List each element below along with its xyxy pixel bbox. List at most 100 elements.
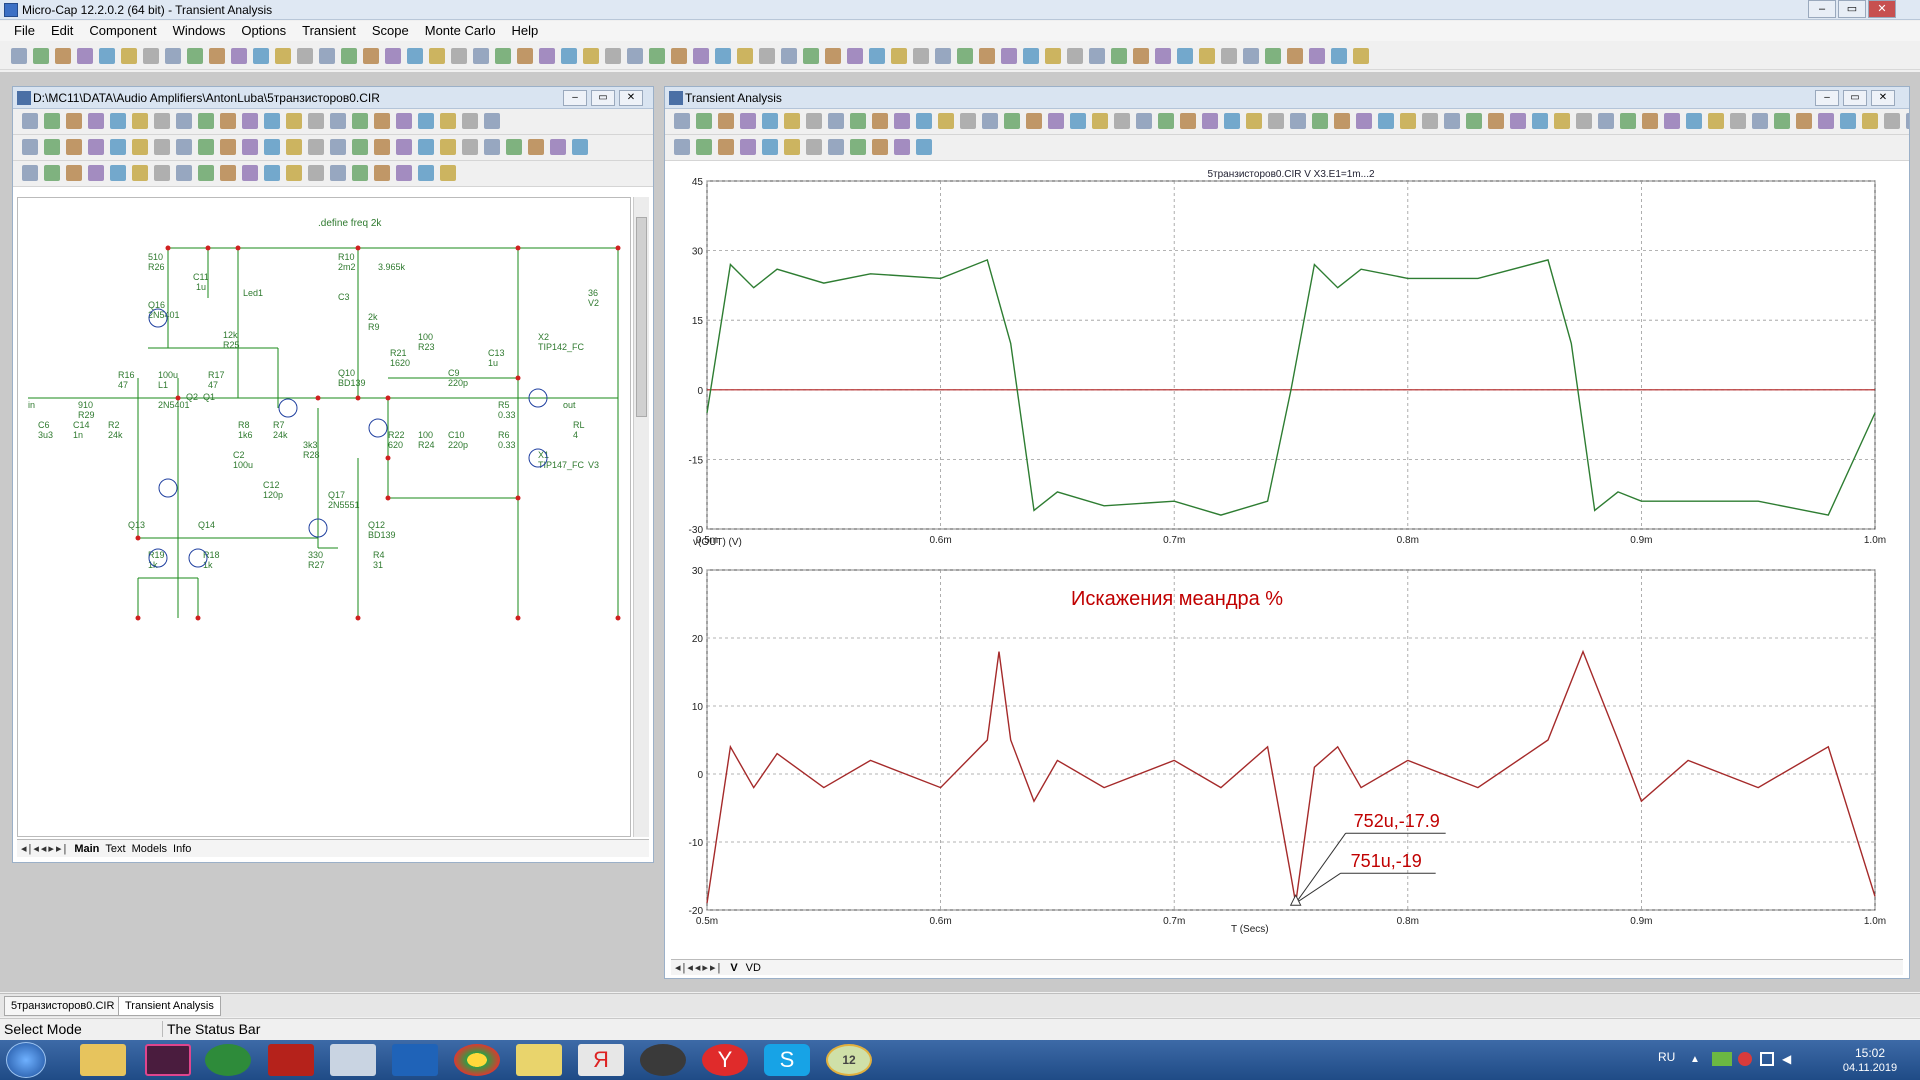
- toolbar-button[interactable]: [1026, 113, 1042, 129]
- toolbar-button[interactable]: [11, 48, 27, 64]
- filezilla-taskbar-icon[interactable]: [268, 1044, 314, 1076]
- toolbar-button[interactable]: [418, 139, 434, 155]
- toolbar-button[interactable]: [297, 48, 313, 64]
- toolbar-button[interactable]: [781, 48, 797, 64]
- toolbar-button[interactable]: [308, 165, 324, 181]
- toolbar-button[interactable]: [671, 48, 687, 64]
- toolbar-button[interactable]: [1023, 48, 1039, 64]
- folder-taskbar-icon[interactable]: [516, 1044, 562, 1076]
- toolbar-button[interactable]: [1180, 113, 1196, 129]
- toolbar-button[interactable]: [352, 139, 368, 155]
- toolbar-button[interactable]: [1620, 113, 1636, 129]
- app-green-taskbar-icon[interactable]: [205, 1044, 251, 1076]
- toolbar-button[interactable]: [451, 48, 467, 64]
- toolbar-button[interactable]: [1422, 113, 1438, 129]
- toolbar-button[interactable]: [242, 165, 258, 181]
- plot-area[interactable]: 45 30 15 0 -15 -30 0.5m 0.6m 0.7m 0.8m 0.9m 1.0m 5тр…: [671, 165, 1903, 953]
- toolbar-button[interactable]: [1642, 113, 1658, 129]
- toolbar-button[interactable]: [418, 113, 434, 129]
- toolbar-button[interactable]: [198, 113, 214, 129]
- toolbar-button[interactable]: [825, 48, 841, 64]
- toolbar-button[interactable]: [627, 48, 643, 64]
- menu-help[interactable]: Help: [504, 21, 547, 41]
- toolbar-button[interactable]: [374, 139, 390, 155]
- scrollbar-thumb[interactable]: [636, 217, 647, 417]
- toolbar-button[interactable]: [132, 113, 148, 129]
- menu-transient[interactable]: Transient: [294, 21, 364, 41]
- toolbar-button[interactable]: [264, 139, 280, 155]
- toolbar-button[interactable]: [762, 139, 778, 155]
- toolbar-button[interactable]: [894, 139, 910, 155]
- tab-info[interactable]: Info: [173, 843, 191, 855]
- toolbar-button[interactable]: [242, 139, 258, 155]
- toolbar-button[interactable]: [99, 48, 115, 64]
- toolbar-button[interactable]: [154, 113, 170, 129]
- toolbar-button[interactable]: [308, 113, 324, 129]
- toolbar-button[interactable]: [528, 139, 544, 155]
- toolbar-button[interactable]: [198, 139, 214, 155]
- toolbar-button[interactable]: [1356, 113, 1372, 129]
- toolbar-button[interactable]: [308, 139, 324, 155]
- toolbar-button[interactable]: [1488, 113, 1504, 129]
- toolbar-button[interactable]: [275, 48, 291, 64]
- toolbar-button[interactable]: [77, 48, 93, 64]
- schematic-diagram[interactable]: .define freq 2k510R26C111uLed1Q162N54011…: [18, 198, 632, 838]
- toolbar-button[interactable]: [418, 165, 434, 181]
- toolbar-button[interactable]: [396, 113, 412, 129]
- menu-scope[interactable]: Scope: [364, 21, 417, 41]
- toolbar-button[interactable]: [1045, 48, 1061, 64]
- toolbar-button[interactable]: [938, 113, 954, 129]
- toolbar-button[interactable]: [550, 139, 566, 155]
- toolbar-button[interactable]: [1268, 113, 1284, 129]
- toolbar-button[interactable]: [1331, 48, 1347, 64]
- toolbar-button[interactable]: [916, 139, 932, 155]
- toolbar-button[interactable]: [850, 139, 866, 155]
- toolbar-button[interactable]: [495, 48, 511, 64]
- tab-main[interactable]: Main: [74, 843, 99, 855]
- toolbar-button[interactable]: [88, 139, 104, 155]
- toolbar-button[interactable]: [740, 113, 756, 129]
- tab-vd[interactable]: VD: [746, 962, 761, 974]
- toolbar-button[interactable]: [253, 48, 269, 64]
- toolbar-button[interactable]: [759, 48, 775, 64]
- toolbar-button[interactable]: [674, 113, 690, 129]
- toolbar-button[interactable]: [484, 113, 500, 129]
- toolbar-button[interactable]: [1243, 48, 1259, 64]
- skype-taskbar-icon[interactable]: S: [764, 1044, 810, 1076]
- menu-windows[interactable]: Windows: [165, 21, 234, 41]
- toolbar-button[interactable]: [1554, 113, 1570, 129]
- tab-text[interactable]: Text: [105, 843, 125, 855]
- analysis-maximize-button[interactable]: ▭: [1843, 90, 1867, 106]
- doc-tab-schematic[interactable]: 5транзисторов0.CIR: [4, 996, 122, 1016]
- toolbar-button[interactable]: [806, 113, 822, 129]
- analysis-minimize-button[interactable]: –: [1815, 90, 1839, 106]
- toolbar-button[interactable]: [605, 48, 621, 64]
- toolbar-button[interactable]: [121, 48, 137, 64]
- toolbar-button[interactable]: [982, 113, 998, 129]
- toolbar-button[interactable]: [561, 48, 577, 64]
- toolbar-button[interactable]: [715, 48, 731, 64]
- toolbar-button[interactable]: [737, 48, 753, 64]
- toolbar-button[interactable]: [1290, 113, 1306, 129]
- yandex-browser-taskbar-icon[interactable]: Y: [702, 1044, 748, 1076]
- menu-component[interactable]: Component: [81, 21, 164, 41]
- toolbar-button[interactable]: [143, 48, 159, 64]
- toolbar-button[interactable]: [55, 48, 71, 64]
- toolbar-button[interactable]: [696, 113, 712, 129]
- toolbar-button[interactable]: [891, 48, 907, 64]
- schematic-canvas[interactable]: .define freq 2k 510 R26 C11 1u Led1 Q16 2N5401 1…: [17, 197, 631, 837]
- toolbar-button[interactable]: [1818, 113, 1834, 129]
- toolbar-button[interactable]: [330, 113, 346, 129]
- toolbar-button[interactable]: [1089, 48, 1105, 64]
- tab-v[interactable]: V: [730, 962, 737, 974]
- toolbar-button[interactable]: [154, 139, 170, 155]
- toolbar-button[interactable]: [1111, 48, 1127, 64]
- toolbar-button[interactable]: [198, 165, 214, 181]
- toolbar-button[interactable]: [718, 113, 734, 129]
- toolbar-button[interactable]: [1334, 113, 1350, 129]
- menu-options[interactable]: Options: [233, 21, 294, 41]
- network-tray-icon[interactable]: [1760, 1052, 1774, 1066]
- close-button[interactable]: ✕: [1868, 0, 1896, 18]
- toolbar-button[interactable]: [407, 48, 423, 64]
- toolbar-button[interactable]: [1155, 48, 1171, 64]
